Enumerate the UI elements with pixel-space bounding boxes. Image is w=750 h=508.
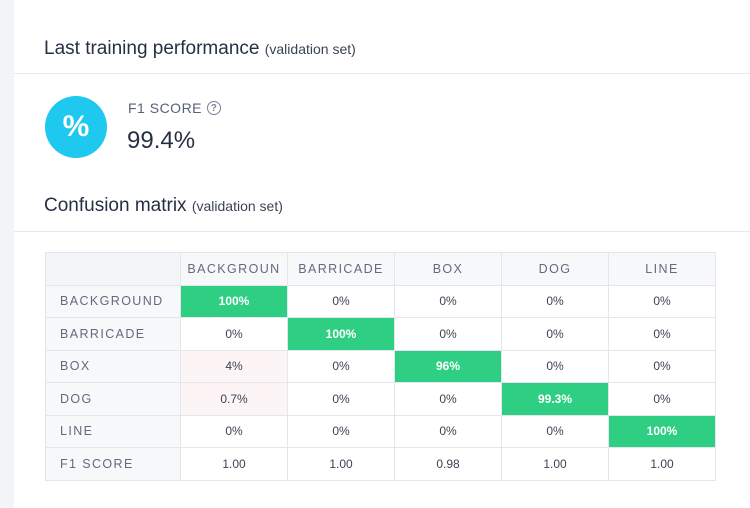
f1-cell: 1.00 xyxy=(501,447,609,481)
f1-cell: 1.00 xyxy=(287,447,395,481)
matrix-cell: 100% xyxy=(180,284,288,318)
f1-score-label-text: F1 SCORE xyxy=(128,100,203,116)
column-header: LINE xyxy=(608,252,716,286)
f1-cell: 1.00 xyxy=(180,447,288,481)
performance-subtitle: (validation set) xyxy=(264,41,356,57)
column-header: BARRICADE xyxy=(287,252,395,286)
matrix-cell: 0% xyxy=(287,284,395,318)
matrix-cell: 0% xyxy=(287,414,395,448)
percent-symbol: % xyxy=(62,110,90,143)
matrix-cell: 0% xyxy=(394,414,502,448)
confusion-matrix-table: BACKGROUN BARRICADE BOX DOG LINE BACKGRO… xyxy=(45,252,716,481)
matrix-cell: 0% xyxy=(608,349,716,383)
matrix-cell: 0% xyxy=(501,284,609,318)
matrix-cell: 0.7% xyxy=(180,382,288,416)
row-header: F1 SCORE xyxy=(45,447,181,481)
row-header: BOX xyxy=(45,349,181,383)
percent-icon: % xyxy=(45,96,107,158)
matrix-cell: 0% xyxy=(501,414,609,448)
matrix-cell: 100% xyxy=(608,414,716,448)
row-header: DOG xyxy=(45,382,181,416)
f1-score-row: F1 SCORE 1.00 1.00 0.98 1.00 1.00 xyxy=(45,447,716,481)
matrix-cell: 4% xyxy=(180,349,288,383)
column-header: BOX xyxy=(394,252,502,286)
matrix-cell: 0% xyxy=(394,317,502,351)
f1-score-label: F1 SCORE ? xyxy=(128,100,222,116)
matrix-cell: 0% xyxy=(394,382,502,416)
matrix-cell: 0% xyxy=(287,349,395,383)
matrix-cell: 0% xyxy=(180,317,288,351)
confusion-title-text: Confusion matrix xyxy=(44,195,187,216)
matrix-cell: 0% xyxy=(394,284,502,318)
divider xyxy=(14,231,750,232)
table-row: BACKGROUND 100% 0% 0% 0% 0% xyxy=(45,284,716,318)
table-row: DOG 0.7% 0% 0% 99.3% 0% xyxy=(45,382,716,416)
matrix-cell: 0% xyxy=(608,317,716,351)
row-header: BACKGROUND xyxy=(45,284,181,318)
confusion-matrix-title: Confusion matrix (validation set) xyxy=(44,195,283,217)
column-header: BACKGROUN xyxy=(180,252,288,286)
corner-cell xyxy=(45,252,181,286)
f1-score-value: 99.4% xyxy=(127,127,196,154)
table-row: BOX 4% 0% 96% 0% 0% xyxy=(45,349,716,383)
f1-cell: 1.00 xyxy=(608,447,716,481)
matrix-cell: 0% xyxy=(287,382,395,416)
column-header: DOG xyxy=(501,252,609,286)
header-row: BACKGROUN BARRICADE BOX DOG LINE xyxy=(45,252,716,286)
performance-title: Last training performance (validation se… xyxy=(44,38,356,60)
row-header: BARRICADE xyxy=(45,317,181,351)
row-header: LINE xyxy=(45,414,181,448)
divider xyxy=(14,73,750,74)
performance-card: Last training performance (validation se… xyxy=(14,0,750,508)
matrix-cell: 0% xyxy=(501,317,609,351)
question-circle-icon[interactable]: ? xyxy=(207,101,222,115)
matrix-cell: 0% xyxy=(180,414,288,448)
matrix-cell: 0% xyxy=(608,284,716,318)
f1-cell: 0.98 xyxy=(394,447,502,481)
table-row: BARRICADE 0% 100% 0% 0% 0% xyxy=(45,317,716,351)
matrix-cell: 96% xyxy=(394,349,502,383)
matrix-cell: 0% xyxy=(608,382,716,416)
table-row: LINE 0% 0% 0% 0% 100% xyxy=(45,414,716,448)
matrix-cell: 99.3% xyxy=(501,382,609,416)
matrix-cell: 100% xyxy=(287,317,395,351)
confusion-subtitle: (validation set) xyxy=(191,198,283,214)
performance-title-text: Last training performance xyxy=(44,38,260,59)
matrix-cell: 0% xyxy=(501,349,609,383)
